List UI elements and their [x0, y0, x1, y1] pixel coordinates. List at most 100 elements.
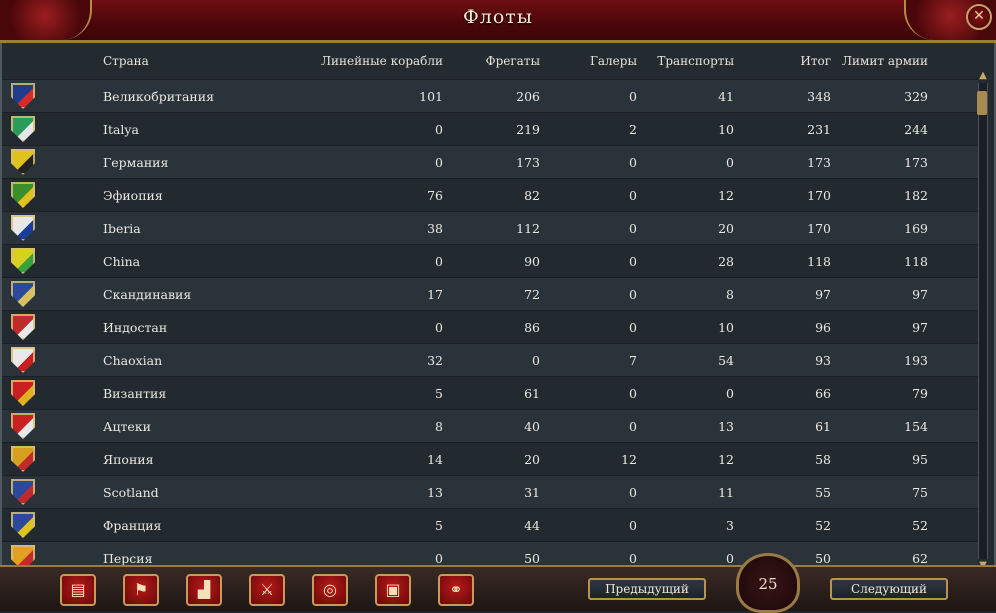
galleys-value: 0 — [629, 320, 637, 335]
total-value: 55 — [815, 485, 831, 500]
army-limit-value: 79 — [912, 386, 928, 401]
scroll-thumb[interactable] — [977, 91, 987, 115]
frigates-value: 40 — [524, 419, 540, 434]
crossed-swords-icon: ⚔ — [259, 580, 275, 599]
army-limit-value: 62 — [912, 551, 928, 566]
total-value: 170 — [807, 188, 831, 203]
ships-of-line-value: 13 — [427, 485, 443, 500]
army-limit-value: 154 — [904, 419, 928, 434]
country-name: China — [103, 254, 141, 269]
france-flag-icon — [11, 512, 35, 538]
total-value: 58 — [815, 452, 831, 467]
table-row[interactable]: Япония 14 20 12 12 58 95 — [2, 442, 978, 475]
ledger-button[interactable]: ▤ — [60, 574, 96, 606]
transports-value: 3 — [726, 518, 734, 533]
country-name: Великобритания — [103, 89, 214, 104]
army-limit-value: 182 — [904, 188, 928, 203]
frigates-value: 82 — [524, 188, 540, 203]
total-value: 118 — [807, 254, 831, 269]
coins-button[interactable]: ◎ — [312, 574, 348, 606]
table-row[interactable]: Italya 0 219 2 10 231 244 — [2, 112, 978, 145]
table-row[interactable]: Византия 5 61 0 0 66 79 — [2, 376, 978, 409]
page-number: 25 — [736, 553, 800, 613]
crate-icon: ▣ — [385, 580, 401, 599]
table-row[interactable]: Великобритания 101 206 0 41 348 329 — [2, 79, 978, 112]
previous-button[interactable]: Предыдущий — [588, 578, 706, 600]
ships-of-line-value: 8 — [435, 419, 443, 434]
ships-of-line-value: 32 — [427, 353, 443, 368]
column-ships-of-line[interactable]: Линейные корабли — [321, 54, 443, 68]
table-row[interactable]: Chaoxian 32 0 7 54 93 193 — [2, 343, 978, 376]
galleys-value: 0 — [629, 551, 637, 566]
flag-button[interactable]: ⚑ — [123, 574, 159, 606]
country-name: Scotland — [103, 485, 159, 500]
country-name: Византия — [103, 386, 167, 401]
close-icon: ✕ — [973, 8, 985, 24]
country-name: Франция — [103, 518, 162, 533]
column-army-limit[interactable]: Лимит армии — [842, 54, 928, 68]
transports-value: 0 — [726, 551, 734, 566]
column-galleys[interactable]: Галеры — [590, 54, 637, 68]
country-name: Italya — [103, 122, 139, 137]
country-name: Германия — [103, 155, 169, 170]
buildings-button[interactable]: ▟ — [186, 574, 222, 606]
title-bar: Флоты ✕ — [0, 0, 996, 43]
frigates-value: 20 — [524, 452, 540, 467]
frigates-value: 50 — [524, 551, 540, 566]
next-button[interactable]: Следующий — [830, 578, 948, 600]
crossed-swords-button[interactable]: ⚔ — [249, 574, 285, 606]
frigates-value: 61 — [524, 386, 540, 401]
table-row[interactable]: Индостан 0 86 0 10 96 97 — [2, 310, 978, 343]
army-limit-value: 97 — [912, 320, 928, 335]
transports-value: 8 — [726, 287, 734, 302]
close-button[interactable]: ✕ — [966, 4, 992, 30]
army-limit-value: 244 — [904, 122, 928, 137]
ledger-icon: ▤ — [70, 580, 86, 599]
country-name: Chaoxian — [103, 353, 163, 368]
army-limit-value: 329 — [904, 89, 928, 104]
crate-button[interactable]: ▣ — [375, 574, 411, 606]
country-name: Япония — [103, 452, 154, 467]
table-row[interactable]: Эфиопия 76 82 0 12 170 182 — [2, 178, 978, 211]
transports-value: 13 — [718, 419, 734, 434]
total-value: 50 — [815, 551, 831, 566]
galleys-value: 0 — [629, 155, 637, 170]
ships-of-line-value: 101 — [419, 89, 443, 104]
army-limit-value: 193 — [904, 353, 928, 368]
united-kingdom-flag-icon — [11, 83, 35, 109]
frigates-value: 72 — [524, 287, 540, 302]
table-row[interactable]: Scotland 13 31 0 11 55 75 — [2, 475, 978, 508]
ships-of-line-value: 0 — [435, 254, 443, 269]
table-row[interactable]: Скандинавия 17 72 0 8 97 97 — [2, 277, 978, 310]
frigates-value: 173 — [516, 155, 540, 170]
scrollbar[interactable]: ▲ ▼ — [977, 71, 988, 571]
byzantium-flag-icon — [11, 380, 35, 406]
ships-of-line-value: 5 — [435, 386, 443, 401]
italy-flag-icon — [11, 116, 35, 142]
table-row[interactable]: Франция 5 44 0 3 52 52 — [2, 508, 978, 541]
galleys-value: 0 — [629, 419, 637, 434]
table-row[interactable]: Iberia 38 112 0 20 170 169 — [2, 211, 978, 244]
table-row[interactable]: Германия 0 173 0 0 173 173 — [2, 145, 978, 178]
handshake-button[interactable]: ⚭ — [438, 574, 474, 606]
frigates-value: 112 — [516, 221, 540, 236]
total-value: 52 — [815, 518, 831, 533]
column-frigates[interactable]: Фрегаты — [486, 54, 540, 68]
ships-of-line-value: 0 — [435, 320, 443, 335]
table-row[interactable]: China 0 90 0 28 118 118 — [2, 244, 978, 277]
total-value: 170 — [807, 221, 831, 236]
scroll-up-icon[interactable]: ▲ — [976, 71, 990, 81]
bottom-toolbar: ▤ ⚑ ▟ ⚔ ◎ ▣ ⚭ Предыдущий 25 Следующий — [0, 553, 996, 613]
army-limit-value: 75 — [912, 485, 928, 500]
column-country[interactable]: Страна — [103, 54, 149, 68]
galleys-value: 0 — [629, 386, 637, 401]
buildings-icon: ▟ — [197, 580, 211, 599]
army-limit-value: 95 — [912, 452, 928, 467]
scotland-flag-icon — [11, 479, 35, 505]
galleys-value: 0 — [629, 254, 637, 269]
column-transports[interactable]: Транспорты — [657, 54, 734, 68]
ships-of-line-value: 17 — [427, 287, 443, 302]
column-total[interactable]: Итог — [800, 54, 831, 68]
handshake-icon: ⚭ — [449, 580, 463, 599]
table-row[interactable]: Ацтеки 8 40 0 13 61 154 — [2, 409, 978, 442]
